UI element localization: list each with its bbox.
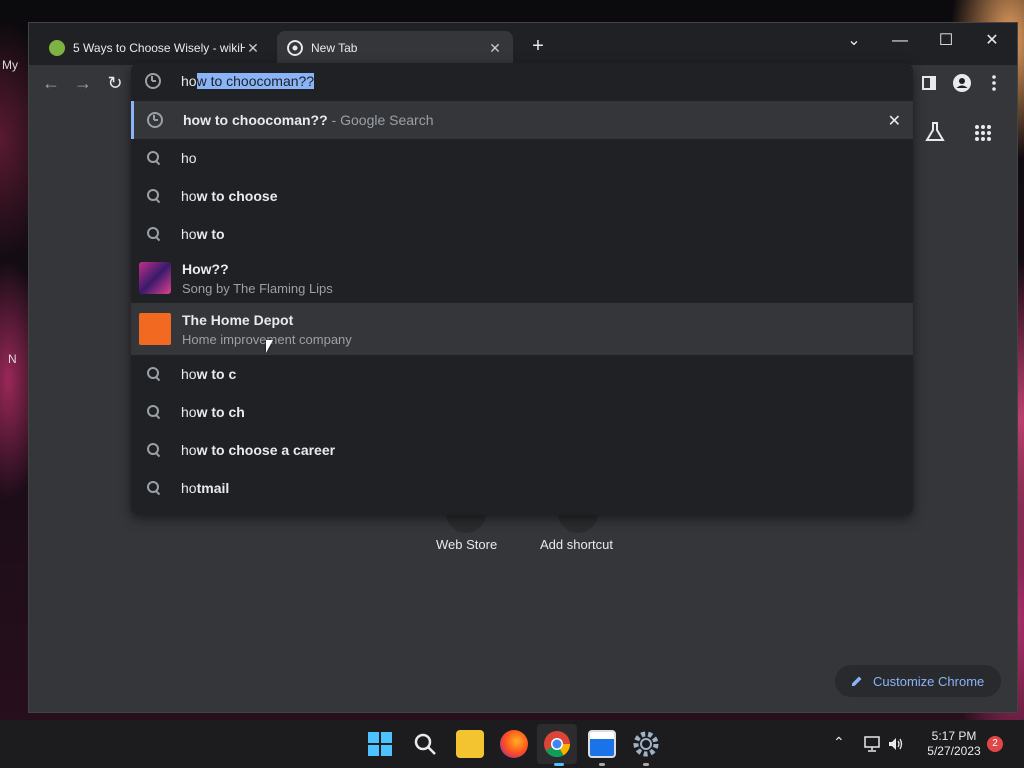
chrome-icon[interactable] xyxy=(543,730,571,758)
tray-chevron-up-icon[interactable]: ⌃ xyxy=(833,734,845,751)
search-icon xyxy=(147,367,161,381)
wikihow-favicon-icon xyxy=(49,40,65,56)
settings-gear-icon[interactable] xyxy=(632,730,660,758)
suggestion-search[interactable]: how to choose a career xyxy=(131,431,913,469)
apps-grid-icon[interactable] xyxy=(974,124,992,142)
address-bar[interactable]: how to choocoman?? xyxy=(131,63,913,99)
address-input[interactable]: how to choocoman?? xyxy=(181,73,315,89)
clock-time: 5:17 PM xyxy=(931,729,977,743)
file-explorer-icon[interactable] xyxy=(456,730,484,758)
profile-icon[interactable] xyxy=(953,74,971,92)
start-windows-icon[interactable] xyxy=(368,732,392,756)
history-clock-icon xyxy=(147,112,163,128)
running-indicator xyxy=(599,763,605,766)
desktop-icon-label[interactable]: N xyxy=(8,352,17,366)
suggestion-search[interactable]: how to c xyxy=(131,355,913,393)
search-icon xyxy=(147,151,161,165)
app-window-icon[interactable] xyxy=(588,730,616,758)
desktop-icon-label[interactable]: My xyxy=(2,58,18,72)
suggestion-entity-company[interactable]: The Home Depot Home improvement company xyxy=(131,303,913,355)
customize-chrome-button[interactable]: Customize Chrome xyxy=(835,665,1001,697)
browser-window: 5 Ways to Choose Wisely - wikiH ✕ New Ta… xyxy=(28,22,1018,713)
side-panel-icon[interactable] xyxy=(922,76,936,90)
running-indicator xyxy=(643,763,649,766)
notification-badge[interactable]: 2 xyxy=(987,736,1003,752)
running-indicator xyxy=(554,763,564,766)
shortcut-add-shortcut[interactable]: Add shortcut xyxy=(540,537,613,552)
album-thumbnail-icon xyxy=(139,262,171,294)
volume-icon[interactable] xyxy=(888,736,904,752)
customize-chrome-label: Customize Chrome xyxy=(873,673,985,689)
tab-title: New Tab xyxy=(311,41,358,55)
maximize-button[interactable]: ☐ xyxy=(923,27,969,55)
mouse-cursor-icon xyxy=(266,340,273,353)
search-icon[interactable] xyxy=(413,732,437,756)
suggestion-search[interactable]: how to choose xyxy=(131,177,913,215)
clock-date: 5/27/2023 xyxy=(927,744,981,758)
suggestion-entity-song[interactable]: How?? Song by The Flaming Lips xyxy=(131,253,913,303)
suggestion-history[interactable]: how to choocoman?? - Google Search ✕ xyxy=(131,101,913,139)
search-icon xyxy=(147,443,161,457)
webstore-tile-icon[interactable] xyxy=(446,513,486,533)
history-clock-icon xyxy=(145,73,161,89)
search-icon xyxy=(147,189,161,203)
tab-new-tab[interactable]: New Tab ✕ xyxy=(277,31,513,65)
tab-wikihow[interactable]: 5 Ways to Choose Wisely - wikiH ✕ xyxy=(39,31,271,65)
remove-suggestion-icon[interactable]: ✕ xyxy=(888,111,901,131)
labs-flask-icon[interactable] xyxy=(924,121,946,143)
back-arrow-icon[interactable]: ← xyxy=(39,71,63,95)
chrome-favicon-icon xyxy=(287,40,303,56)
taskbar: ⌃ 5:17 PM 5/27/2023 2 xyxy=(0,720,1024,768)
autocomplete-selection: w to choocoman?? xyxy=(196,73,315,89)
close-tab-icon[interactable]: ✕ xyxy=(245,40,261,57)
firefox-icon[interactable] xyxy=(500,730,528,758)
tab-search-dropdown-icon[interactable]: ⌄ xyxy=(831,27,877,55)
search-icon xyxy=(147,481,161,495)
pencil-icon xyxy=(852,676,862,686)
reload-icon[interactable]: ↻ xyxy=(103,71,127,95)
omnibox-dropdown: how to choocoman?? how to choocoman?? - … xyxy=(131,63,913,515)
close-tab-icon[interactable]: ✕ xyxy=(487,40,503,57)
network-icon[interactable] xyxy=(864,736,882,752)
suggestion-search[interactable]: how to xyxy=(131,215,913,253)
suggestion-search[interactable]: ho xyxy=(131,139,913,177)
search-icon xyxy=(147,405,161,419)
add-shortcut-tile-icon[interactable] xyxy=(558,513,598,533)
suggestion-search[interactable]: hotmail xyxy=(131,469,913,507)
suggestion-search[interactable]: how to ch xyxy=(131,393,913,431)
close-window-button[interactable]: ✕ xyxy=(969,27,1015,55)
tab-strip: 5 Ways to Choose Wisely - wikiH ✕ New Ta… xyxy=(29,23,1017,65)
shortcut-web-store[interactable]: Web Store xyxy=(436,537,497,552)
clock[interactable]: 5:17 PM 5/27/2023 xyxy=(916,729,992,759)
home-depot-logo-icon xyxy=(139,313,171,345)
tab-title: 5 Ways to Choose Wisely - wikiH xyxy=(73,41,245,55)
more-menu-icon[interactable] xyxy=(991,75,997,91)
search-icon xyxy=(147,227,161,241)
new-tab-button[interactable]: + xyxy=(527,35,549,57)
minimize-button[interactable]: — xyxy=(877,27,923,55)
forward-arrow-icon[interactable]: → xyxy=(71,71,95,95)
